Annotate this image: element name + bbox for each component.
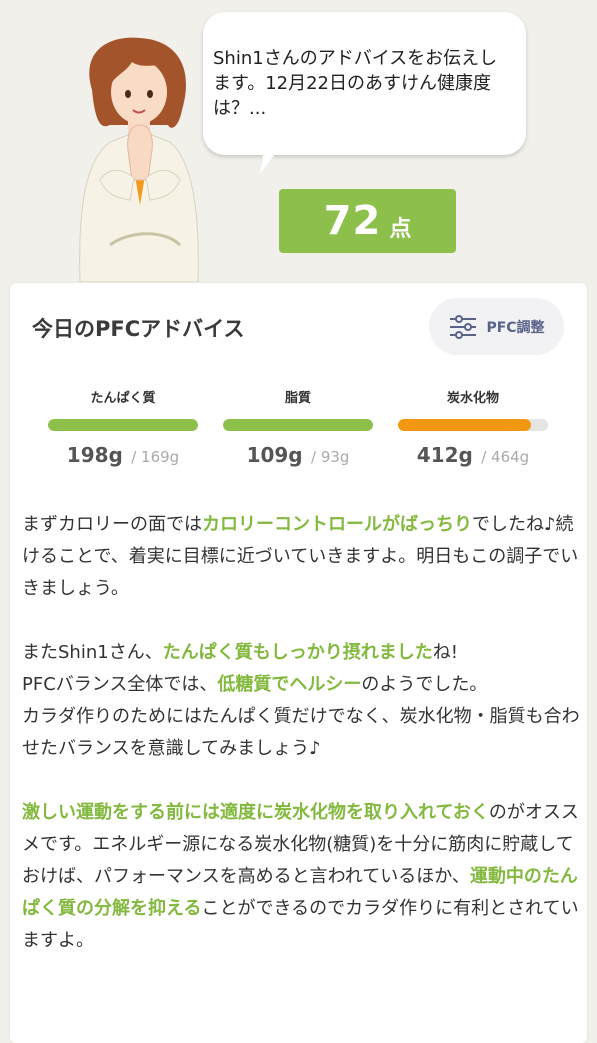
text: PFCバランス全体では、 (22, 674, 218, 695)
advice-paragraph: まずカロリーの面ではカロリーコントロールがばっちりでしたね♪続けることで、着実に… (22, 509, 582, 605)
pfc-adjust-label: PFC調整 (486, 319, 545, 336)
progress-bar (398, 419, 548, 431)
speech-bubble: Shin1さんのアドバイスをお伝えします。12月22日のあすけん健康度は？... (203, 12, 526, 155)
advice-paragraph: 激しい運動をする前には適度に炭水化物を取り入れておくのがオススメです。エネルギー… (22, 797, 582, 957)
progress-fill (398, 419, 532, 431)
highlight: 低糖質でヘルシー (217, 674, 362, 695)
progress-fill (48, 419, 198, 431)
text: ね! (432, 642, 458, 663)
macro-label: たんぱく質 (90, 391, 156, 406)
macro-target: / 93g (311, 448, 350, 466)
highlight: カロリーコントロールがばっちり (202, 514, 472, 535)
health-score-badge: 72 点 (279, 189, 456, 253)
progress-bar (223, 419, 373, 431)
speech-bubble-tail (260, 150, 278, 174)
card-title: 今日のPFCアドバイス (32, 317, 245, 341)
progress-fill (223, 419, 373, 431)
macro-fat: 脂質 109g / 93g (223, 387, 373, 467)
sliders-icon (450, 314, 477, 339)
macro-label: 脂質 (284, 391, 311, 406)
macro-target: / 464g (481, 448, 530, 466)
text: またShin1さん、 (22, 642, 163, 663)
advisor-avatar (79, 37, 199, 282)
advice-message: Shin1さんのアドバイスをお伝えします。12月22日のあすけん健康度は？... (213, 48, 498, 119)
text: カラダ作りのためにはたんぱく質だけでなく、炭水化物・脂質も合わせたバランスを意識… (22, 706, 580, 759)
score-value: 72 (323, 198, 382, 244)
macro-value: 412g (416, 443, 473, 467)
macro-protein: たんぱく質 198g / 169g (48, 387, 198, 467)
macro-carbs: 炭水化物 412g / 464g (398, 387, 548, 467)
highlight: 激しい運動をする前には適度に炭水化物を取り入れておく (22, 802, 489, 823)
pfc-advice-card: 今日のPFCアドバイス PFC調整 たんぱく質 198g / 169g 脂質 1… (10, 283, 587, 1043)
advice-paragraph: またShin1さん、たんぱく質もしっかり摂れましたね! PFCバランス全体では、低… (22, 637, 582, 765)
score-unit: 点 (389, 217, 412, 242)
text: まずカロリーの面では (22, 514, 202, 535)
progress-bar (48, 419, 198, 431)
macro-target: / 169g (131, 448, 180, 466)
advice-text: まずカロリーの面ではカロリーコントロールがばっちりでしたね♪続けることで、着実に… (22, 509, 582, 989)
pfc-adjust-button[interactable]: PFC調整 (429, 298, 564, 355)
macro-value: 198g (66, 443, 123, 467)
macro-label: 炭水化物 (446, 391, 499, 406)
macro-value: 109g (246, 443, 303, 467)
highlight: たんぱく質もしっかり摂れました (162, 642, 433, 663)
text: のようでした。 (361, 674, 488, 695)
